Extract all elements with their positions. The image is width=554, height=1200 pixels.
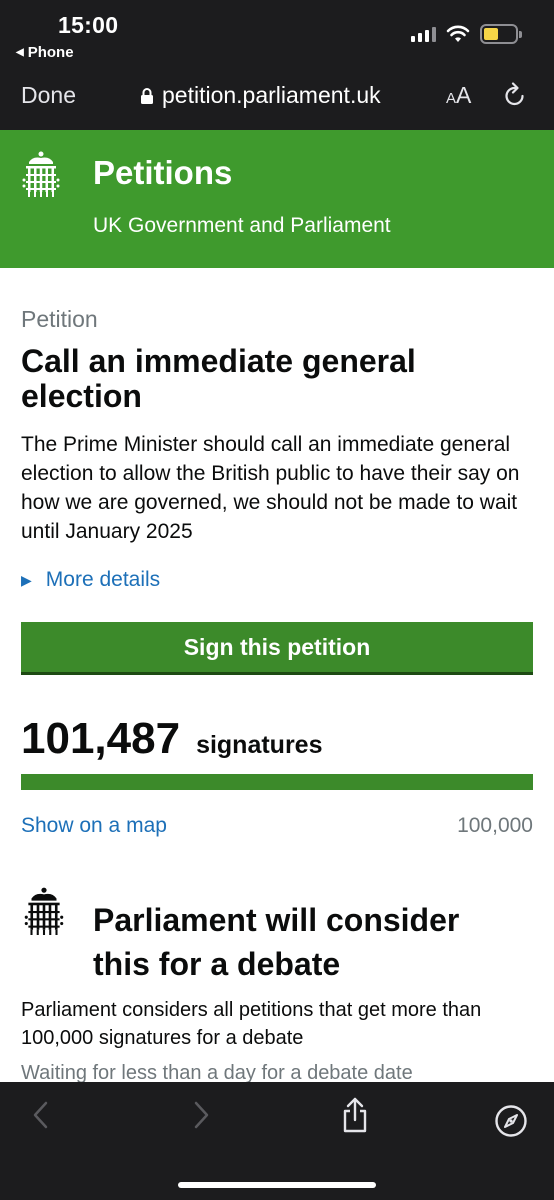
signature-count: 101,487 signatures <box>21 714 323 764</box>
expand-triangle-icon: ▶ <box>21 571 32 588</box>
signature-progress-fill <box>21 774 533 790</box>
cellular-signal-icon <box>411 26 436 42</box>
more-details-label: More details <box>45 568 161 591</box>
debate-heading: Parliament will consider this for a deba… <box>93 902 460 982</box>
done-button[interactable]: Done <box>21 82 76 109</box>
reload-icon[interactable] <box>503 82 527 113</box>
status-time: 15:00 <box>58 12 119 38</box>
site-title[interactable]: Petitions <box>93 154 232 192</box>
forward-chevron-icon[interactable] <box>190 1100 212 1135</box>
status-icons <box>411 24 522 44</box>
petition-description: The Prime Minister should call an immedi… <box>21 433 520 543</box>
portcullis-small-icon <box>21 886 67 941</box>
sign-petition-button[interactable]: Sign this petition <box>21 622 533 675</box>
back-to-app[interactable]: ◀ Phone <box>16 44 74 61</box>
show-on-map-link[interactable]: Show on a map <box>21 814 167 838</box>
battery-icon <box>480 24 522 44</box>
home-indicator[interactable] <box>178 1182 376 1188</box>
share-icon[interactable] <box>340 1096 370 1139</box>
safari-compass-icon[interactable] <box>494 1104 528 1143</box>
browser-top-bar: 15:00 ◀ Phone Done petition.parliament.u… <box>0 0 554 130</box>
signature-threshold: 100,000 <box>457 814 533 837</box>
back-app-label: Phone <box>27 44 74 61</box>
back-chevron-icon[interactable] <box>30 1100 52 1135</box>
debate-description: Parliament considers all petitions that … <box>21 999 482 1049</box>
text-size-button[interactable]: AA <box>446 82 471 109</box>
more-details-toggle[interactable]: ▶ More details <box>21 568 160 592</box>
browser-nav-row: Done petition.parliament.uk AA <box>0 72 554 118</box>
url-text: petition.parliament.uk <box>162 82 381 108</box>
petition-kicker: Petition <box>21 306 98 332</box>
site-subtitle: UK Government and Parliament <box>93 214 391 237</box>
signature-number: 101,487 <box>21 714 181 763</box>
wifi-icon <box>446 25 470 42</box>
site-header: Petitions UK Government and Parliament <box>0 130 554 268</box>
signature-progress-bar <box>21 774 533 790</box>
address-bar[interactable]: petition.parliament.uk <box>140 82 381 109</box>
lock-icon <box>141 87 153 104</box>
petition-title: Call an immediate general election <box>21 343 416 414</box>
portcullis-logo-icon[interactable] <box>21 150 61 203</box>
signature-label: signatures <box>196 731 323 759</box>
back-triangle-icon: ◀ <box>16 47 24 58</box>
